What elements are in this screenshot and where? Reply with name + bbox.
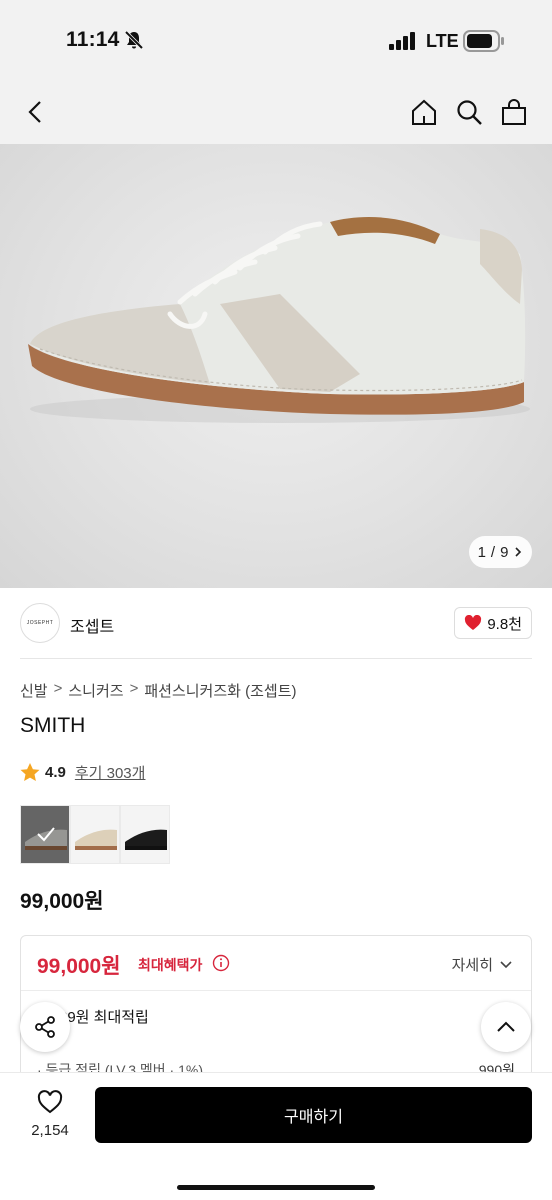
- search-button[interactable]: [451, 94, 487, 130]
- home-icon: [412, 99, 436, 125]
- product-image-carousel[interactable]: 1 / 9: [0, 144, 552, 588]
- breadcrumb-separator-icon: >: [129, 680, 139, 697]
- swatch-shoe-image: [125, 829, 167, 850]
- scroll-top-button[interactable]: [481, 1002, 531, 1052]
- chevron-left-icon: [28, 101, 41, 123]
- image-counter[interactable]: 1 / 9: [469, 536, 532, 568]
- breadcrumb-item[interactable]: 신발: [20, 680, 48, 701]
- color-options: [20, 805, 170, 864]
- product-image: [28, 217, 530, 423]
- rating-row: 4.9 후기 303개: [20, 762, 145, 783]
- wishlist-count: 2,154: [31, 1122, 69, 1139]
- breadcrumb-separator-icon: >: [53, 680, 63, 697]
- chevron-down-icon: [500, 960, 512, 968]
- home-indicator: [177, 1185, 375, 1190]
- search-icon: [457, 100, 482, 125]
- buy-button[interactable]: 구매하기: [95, 1087, 532, 1143]
- share-icon: [35, 1016, 55, 1038]
- breadcrumb-item[interactable]: 패션스니커즈화 (조셉트): [144, 680, 296, 701]
- check-icon: [37, 827, 55, 842]
- breadcrumb: 신발 > 스니커즈 > 패션스니커즈화 (조셉트): [20, 680, 297, 701]
- color-option-black[interactable]: [120, 805, 170, 864]
- network-type: LTE: [426, 31, 459, 51]
- max-points-text: 39원 최대적립: [59, 1009, 149, 1026]
- image-counter-current: 1: [477, 543, 486, 561]
- brand-logo[interactable]: JOSEPHT: [20, 603, 60, 643]
- brand-logo-text: JOSEPHT: [26, 620, 54, 626]
- chevron-up-icon: [497, 1021, 515, 1032]
- info-icon[interactable]: [212, 954, 230, 977]
- benefit-price-box: 99,000원 최대혜택가 자세히 39원 최대적립 · 등급 적립 (LV.3…: [20, 935, 532, 1085]
- brand-like-button[interactable]: 9.8천: [454, 607, 532, 639]
- brand-name[interactable]: 조셉트: [70, 613, 114, 637]
- breadcrumb-item[interactable]: 스니커즈: [68, 680, 123, 701]
- review-count-link[interactable]: 후기 303개: [75, 762, 146, 783]
- image-counter-total: 9: [500, 543, 509, 561]
- swatch-shoe-image: [75, 829, 117, 850]
- max-benefit-price: 99,000원: [37, 955, 121, 978]
- benefit-detail-label: 자세히: [451, 957, 493, 974]
- home-button[interactable]: [406, 94, 442, 130]
- cart-button[interactable]: [496, 94, 532, 130]
- image-counter-separator: /: [490, 543, 496, 561]
- top-nav-bar: [0, 82, 552, 144]
- chevron-right-icon: [515, 547, 522, 557]
- color-option-beige[interactable]: [70, 805, 120, 864]
- product-title: SMITH: [20, 714, 86, 737]
- brand-row: JOSEPHT 조셉트 9.8천: [20, 603, 532, 659]
- shopping-bag-icon: [502, 99, 526, 125]
- bell-muted-icon: [124, 30, 144, 55]
- heart-outline-icon: [37, 1090, 63, 1114]
- status-time: 11:14: [66, 28, 120, 51]
- divider: [21, 990, 531, 991]
- color-option-white[interactable]: [20, 805, 70, 864]
- signal-icon: [389, 32, 417, 55]
- back-button[interactable]: [18, 94, 54, 130]
- share-button[interactable]: [20, 1002, 70, 1052]
- brand-like-count: 9.8천: [487, 615, 522, 633]
- battery-icon: [463, 30, 505, 57]
- wishlist-button[interactable]: 2,154: [20, 1089, 80, 1139]
- product-price: 99,000원: [20, 890, 104, 913]
- heart-filled-icon: [465, 615, 482, 630]
- bottom-action-bar: 2,154 구매하기: [0, 1072, 552, 1200]
- rating-value: 4.9: [45, 764, 66, 781]
- max-benefit-label: 최대혜택가: [138, 957, 203, 973]
- star-icon: [20, 763, 40, 781]
- status-bar: 11:14 LTE: [0, 0, 552, 82]
- benefit-detail-toggle[interactable]: 자세히: [452, 954, 513, 975]
